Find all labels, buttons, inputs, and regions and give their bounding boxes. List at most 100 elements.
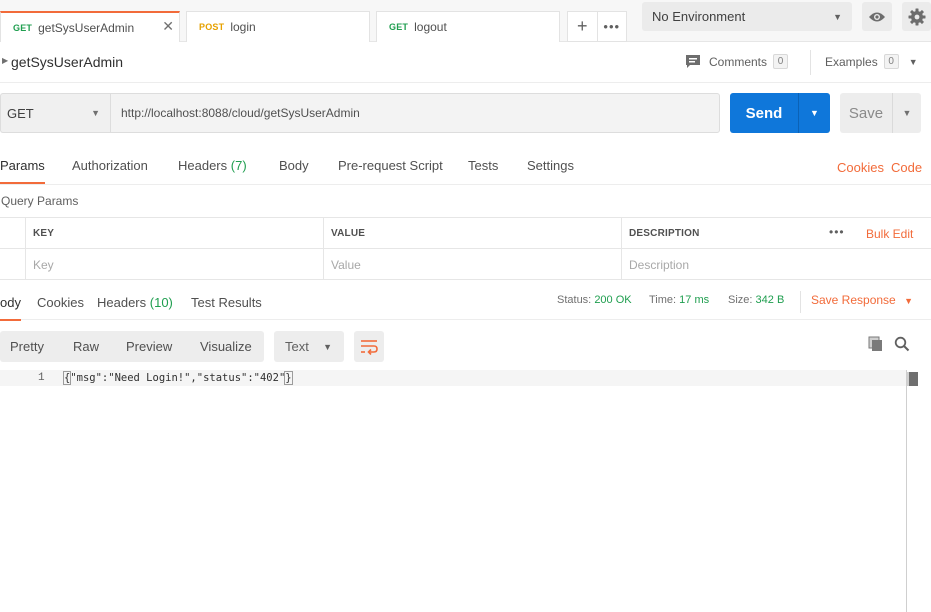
size-readout: Size: 342 B xyxy=(728,294,784,306)
comment-icon xyxy=(686,55,700,68)
save-button[interactable]: Save xyxy=(840,93,892,133)
copy-icon xyxy=(868,336,882,351)
environment-quick-look-button[interactable] xyxy=(862,2,892,31)
examples-count: 0 xyxy=(883,54,899,69)
method-select[interactable]: GET ▼ xyxy=(0,93,110,133)
caret-down-icon: ▼ xyxy=(323,341,332,352)
params-empty-row: Key Value Description xyxy=(0,249,931,280)
tab-response-headers-count: (10) xyxy=(149,295,173,310)
format-value: Text xyxy=(285,339,309,354)
time-value: 17 ms xyxy=(679,294,710,306)
tab-params[interactable]: Params xyxy=(0,158,45,184)
size-value: 342 B xyxy=(755,294,785,306)
tab-name: login xyxy=(230,20,256,34)
copy-button[interactable] xyxy=(867,335,885,353)
status-label: Status: xyxy=(557,294,592,306)
tab-name: getSysUserAdmin xyxy=(38,20,135,35)
scrollbar-thumb[interactable] xyxy=(907,372,918,386)
tab-method: GET xyxy=(13,22,33,33)
tab-headers-count: (7) xyxy=(230,158,247,173)
code-link[interactable]: Code xyxy=(891,160,922,175)
caret-down-icon: ▼ xyxy=(91,108,100,118)
wrap-lines-button[interactable] xyxy=(354,331,384,362)
tab-headers[interactable]: Headers (7) xyxy=(178,158,247,173)
environment-label: No Environment xyxy=(652,9,746,24)
search-icon xyxy=(894,336,910,352)
tab-body[interactable]: Body xyxy=(279,158,309,173)
params-header-row: KEY VALUE DESCRIPTION ••• Bulk Edit xyxy=(0,218,931,249)
send-button[interactable]: Send xyxy=(730,93,798,133)
view-preview-button[interactable]: Preview xyxy=(126,339,172,354)
tab-method: POST xyxy=(199,22,225,32)
line-number: 1 xyxy=(38,372,45,384)
cookies-link[interactable]: Cookies xyxy=(837,160,884,175)
save-response-button[interactable]: Save Response ▼ xyxy=(811,293,913,307)
vertical-scrollbar-track[interactable] xyxy=(906,370,907,612)
view-pretty-button[interactable]: Pretty xyxy=(10,339,44,354)
request-tab-bar: GET getSysUserAdmin ✕ POST login GET log… xyxy=(0,0,931,42)
examples-dropdown[interactable]: Examples 0 ▼ xyxy=(825,54,918,69)
request-name-row: ▶ getSysUserAdmin Comments 0 Examples 0 … xyxy=(0,42,931,83)
tab-pre-request-script[interactable]: Pre-request Script xyxy=(338,158,443,173)
caret-down-icon: ▼ xyxy=(904,296,913,306)
tab-response-headers[interactable]: Headers (10) xyxy=(97,295,173,310)
time-readout: Time: 17 ms xyxy=(649,294,709,306)
divider xyxy=(810,50,811,75)
comments-count: 0 xyxy=(773,54,789,69)
tab-response-headers-label: Headers xyxy=(97,295,147,310)
params-table: KEY VALUE DESCRIPTION ••• Bulk Edit Key … xyxy=(0,217,931,280)
send-button-group: Send ▼ xyxy=(730,93,830,133)
value-input[interactable]: Value xyxy=(323,249,621,280)
close-icon[interactable]: ✕ xyxy=(162,18,174,35)
comments-label: Comments xyxy=(709,54,768,69)
column-header-key: KEY xyxy=(25,218,323,249)
save-response-label: Save Response xyxy=(811,293,896,307)
comments-button[interactable]: Comments 0 xyxy=(685,54,789,69)
view-raw-button[interactable]: Raw xyxy=(73,339,99,354)
plus-icon[interactable]: + xyxy=(568,12,597,41)
save-button-group: Save ▼ xyxy=(840,93,921,133)
response-body-code[interactable]: {"msg":"Need Login!","status":"402"} xyxy=(62,371,293,385)
send-options-caret-icon[interactable]: ▼ xyxy=(798,93,830,133)
tab-response-cookies[interactable]: Cookies xyxy=(37,295,84,310)
view-visualize-button[interactable]: Visualize xyxy=(200,339,252,354)
request-name[interactable]: getSysUserAdmin xyxy=(11,54,123,70)
environment-select[interactable]: No Environment ▼ xyxy=(642,2,852,31)
query-params-title: Query Params xyxy=(1,194,79,208)
expand-triangle-icon[interactable]: ▶ xyxy=(2,56,8,65)
status-readout: Status: 200 OK xyxy=(557,294,632,306)
format-select[interactable]: Text ▼ xyxy=(274,331,344,362)
tab-response-body[interactable]: ody xyxy=(0,295,21,321)
tab-authorization[interactable]: Authorization xyxy=(72,158,148,173)
method-value: GET xyxy=(7,105,34,121)
bulk-edit-link[interactable]: Bulk Edit xyxy=(866,227,913,241)
caret-down-icon: ▼ xyxy=(908,56,918,67)
tab-method: GET xyxy=(389,22,409,32)
caret-down-icon: ▼ xyxy=(833,11,842,22)
tab-actions: + ••• xyxy=(567,11,627,42)
url-input[interactable] xyxy=(110,93,720,133)
eye-icon xyxy=(869,12,885,21)
search-button[interactable] xyxy=(893,335,911,353)
close-brace: } xyxy=(284,371,293,385)
key-input[interactable]: Key xyxy=(25,249,323,280)
request-tab-logout[interactable]: GET logout xyxy=(376,11,560,42)
tab-tests[interactable]: Tests xyxy=(468,158,498,173)
examples-label: Examples xyxy=(825,54,878,69)
description-input[interactable]: Description xyxy=(621,249,931,280)
tab-headers-label: Headers xyxy=(178,158,228,173)
divider xyxy=(800,291,801,313)
request-tab-login[interactable]: POST login xyxy=(186,11,370,42)
more-icon[interactable]: ••• xyxy=(829,225,845,239)
size-label: Size: xyxy=(728,294,753,306)
request-tab-getsysuseradmin[interactable]: GET getSysUserAdmin ✕ xyxy=(0,11,180,42)
tab-test-results[interactable]: Test Results xyxy=(191,295,262,310)
save-options-caret-icon[interactable]: ▼ xyxy=(892,93,921,133)
settings-button[interactable] xyxy=(902,2,931,31)
status-value: 200 OK xyxy=(594,294,632,306)
tab-settings[interactable]: Settings xyxy=(527,158,574,173)
column-header-value: VALUE xyxy=(323,218,621,249)
more-icon[interactable]: ••• xyxy=(596,12,627,41)
gear-icon xyxy=(908,8,925,25)
wrap-lines-icon xyxy=(361,339,378,355)
